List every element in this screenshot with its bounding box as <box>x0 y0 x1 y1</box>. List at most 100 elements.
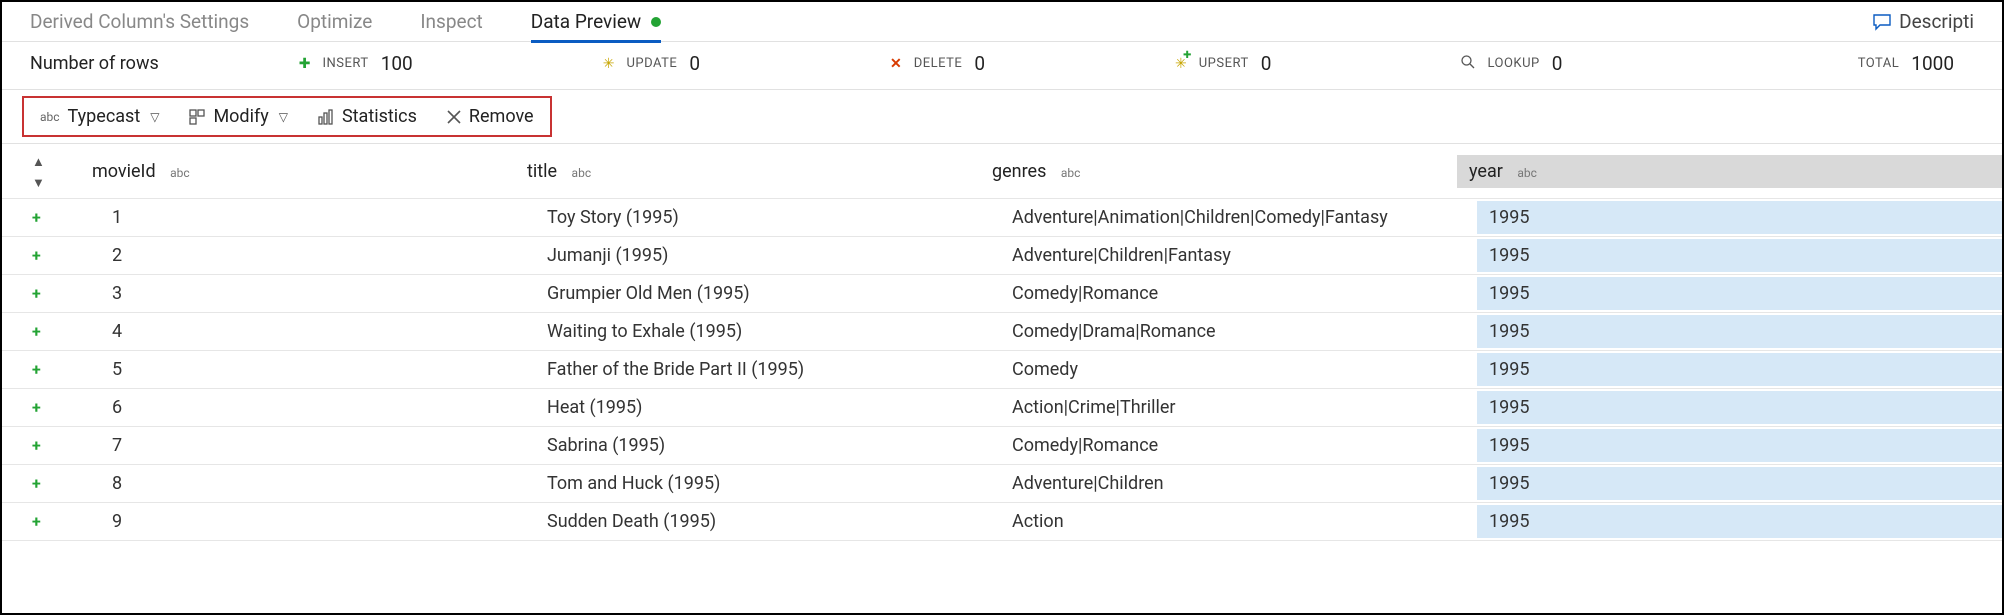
tab-data-preview[interactable]: Data Preview <box>531 2 661 42</box>
count-value: 0 <box>974 52 985 75</box>
cell-genres: Comedy|Romance <box>1012 429 1477 462</box>
expand-row-button[interactable]: + <box>2 277 82 310</box>
expand-row-button[interactable]: + <box>2 315 82 348</box>
table-row[interactable]: +2Jumanji (1995)Adventure|Children|Fanta… <box>2 237 2002 275</box>
expand-row-button[interactable]: + <box>2 467 82 500</box>
chevron-down-icon: ▽ <box>279 110 288 124</box>
expand-row-button[interactable]: + <box>2 239 82 272</box>
rows-label: Number of rows <box>30 53 159 74</box>
action-label: Statistics <box>342 106 417 127</box>
column-header-movieid[interactable]: movieId abc <box>62 155 527 188</box>
plus-icon: + <box>32 436 41 455</box>
expand-row-button[interactable]: + <box>2 429 82 462</box>
column-header-year[interactable]: year abc <box>1457 155 2002 188</box>
upsert-icon: ✳✚ <box>1175 57 1187 71</box>
chevron-down-icon: ▽ <box>150 110 159 124</box>
remove-button[interactable]: Remove <box>441 102 540 131</box>
column-type-hint: abc <box>1061 166 1081 180</box>
cell-genres: Adventure|Animation|Children|Comedy|Fant… <box>1012 201 1477 234</box>
tab-label: Inspect <box>420 10 482 33</box>
count-label: UPSERT <box>1199 56 1249 71</box>
table-row[interactable]: +1Toy Story (1995)Adventure|Animation|Ch… <box>2 199 2002 237</box>
count-value: 1000 <box>1911 52 1954 75</box>
cell-movieid: 2 <box>82 239 547 272</box>
search-icon <box>1461 55 1475 72</box>
tab-label: Optimize <box>297 10 372 33</box>
cell-genres: Comedy|Romance <box>1012 277 1477 310</box>
count-delete: ✕ DELETE 0 <box>890 52 985 75</box>
action-label: Remove <box>469 106 534 127</box>
cell-title: Sabrina (1995) <box>547 429 1012 462</box>
cell-movieid: 5 <box>82 353 547 386</box>
table-row[interactable]: +8Tom and Huck (1995)Adventure|Children1… <box>2 465 2002 503</box>
cell-title: Sudden Death (1995) <box>547 505 1012 538</box>
cell-year: 1995 <box>1477 429 2002 462</box>
cell-genres: Comedy <box>1012 353 1477 386</box>
column-type-hint: abc <box>170 166 190 180</box>
cell-year: 1995 <box>1477 277 2002 310</box>
cell-movieid: 1 <box>82 201 547 234</box>
column-header-genres[interactable]: genres abc <box>992 155 1457 188</box>
cell-movieid: 8 <box>82 467 547 500</box>
column-header-label: movieId <box>92 161 156 182</box>
count-lookup: LOOKUP 0 <box>1461 52 1562 75</box>
table-header-row: ▲▼ movieId abc title abc genres abc year… <box>2 144 2002 199</box>
plus-icon: ✚ <box>299 57 311 71</box>
expand-row-button[interactable]: + <box>2 505 82 538</box>
tab-optimize[interactable]: Optimize <box>297 2 372 42</box>
table-row[interactable]: +9Sudden Death (1995)Action1995 <box>2 503 2002 541</box>
cell-year: 1995 <box>1477 353 2002 386</box>
tab-derived-columns-settings[interactable]: Derived Column's Settings <box>30 2 249 42</box>
cell-title: Jumanji (1995) <box>547 239 1012 272</box>
sort-header[interactable]: ▲▼ <box>2 144 62 198</box>
sort-icon: ▲▼ <box>32 155 45 191</box>
tab-label: Data Preview <box>531 10 641 33</box>
count-total: TOTAL 1000 <box>1858 52 1954 75</box>
table-row[interactable]: +6Heat (1995)Action|Crime|Thriller1995 <box>2 389 2002 427</box>
column-type-hint: abc <box>572 166 592 180</box>
expand-row-button[interactable]: + <box>2 201 82 234</box>
description-button[interactable]: Descripti <box>1873 10 1974 33</box>
column-header-title[interactable]: title abc <box>527 155 992 188</box>
table-row[interactable]: +3Grumpier Old Men (1995)Comedy|Romance1… <box>2 275 2002 313</box>
typecast-button[interactable]: abc Typecast ▽ <box>34 102 165 131</box>
cell-year: 1995 <box>1477 239 2002 272</box>
tabs-bar: Derived Column's Settings Optimize Inspe… <box>2 2 2002 42</box>
count-value: 0 <box>1552 52 1563 75</box>
count-label: DELETE <box>914 56 963 71</box>
cell-title: Waiting to Exhale (1995) <box>547 315 1012 348</box>
column-header-label: title <box>527 161 557 182</box>
cell-year: 1995 <box>1477 467 2002 500</box>
spark-icon: ✳ <box>603 57 615 71</box>
cell-movieid: 3 <box>82 277 547 310</box>
statistics-button[interactable]: Statistics <box>312 102 423 131</box>
modify-button[interactable]: Modify ▽ <box>183 102 294 131</box>
modify-icon <box>189 109 205 125</box>
action-label: Typecast <box>68 106 141 127</box>
column-header-label: year <box>1469 161 1503 182</box>
statistics-icon <box>318 109 334 125</box>
tab-inspect[interactable]: Inspect <box>420 2 482 42</box>
expand-row-button[interactable]: + <box>2 391 82 424</box>
table-row[interactable]: +5Father of the Bride Part II (1995)Come… <box>2 351 2002 389</box>
column-actions-toolbar: abc Typecast ▽ Modify ▽ Statistics Remov… <box>2 90 2002 143</box>
count-label: LOOKUP <box>1487 56 1539 71</box>
plus-icon: + <box>32 474 41 493</box>
table-row[interactable]: +7Sabrina (1995)Comedy|Romance1995 <box>2 427 2002 465</box>
count-label: UPDATE <box>626 56 677 71</box>
plus-icon: + <box>32 398 41 417</box>
plus-icon: + <box>32 284 41 303</box>
description-label: Descripti <box>1899 10 1974 33</box>
cell-genres: Action|Crime|Thriller <box>1012 391 1477 424</box>
cell-movieid: 7 <box>82 429 547 462</box>
cell-movieid: 6 <box>82 391 547 424</box>
cell-year: 1995 <box>1477 315 2002 348</box>
table-row[interactable]: +4Waiting to Exhale (1995)Comedy|Drama|R… <box>2 313 2002 351</box>
column-actions-group: abc Typecast ▽ Modify ▽ Statistics Remov… <box>22 96 552 137</box>
x-icon: ✕ <box>890 57 902 71</box>
count-label: TOTAL <box>1858 56 1900 71</box>
column-type-hint: abc <box>1517 166 1537 180</box>
expand-row-button[interactable]: + <box>2 353 82 386</box>
count-insert: ✚ INSERT 100 <box>299 52 413 75</box>
action-label: Modify <box>213 106 268 127</box>
